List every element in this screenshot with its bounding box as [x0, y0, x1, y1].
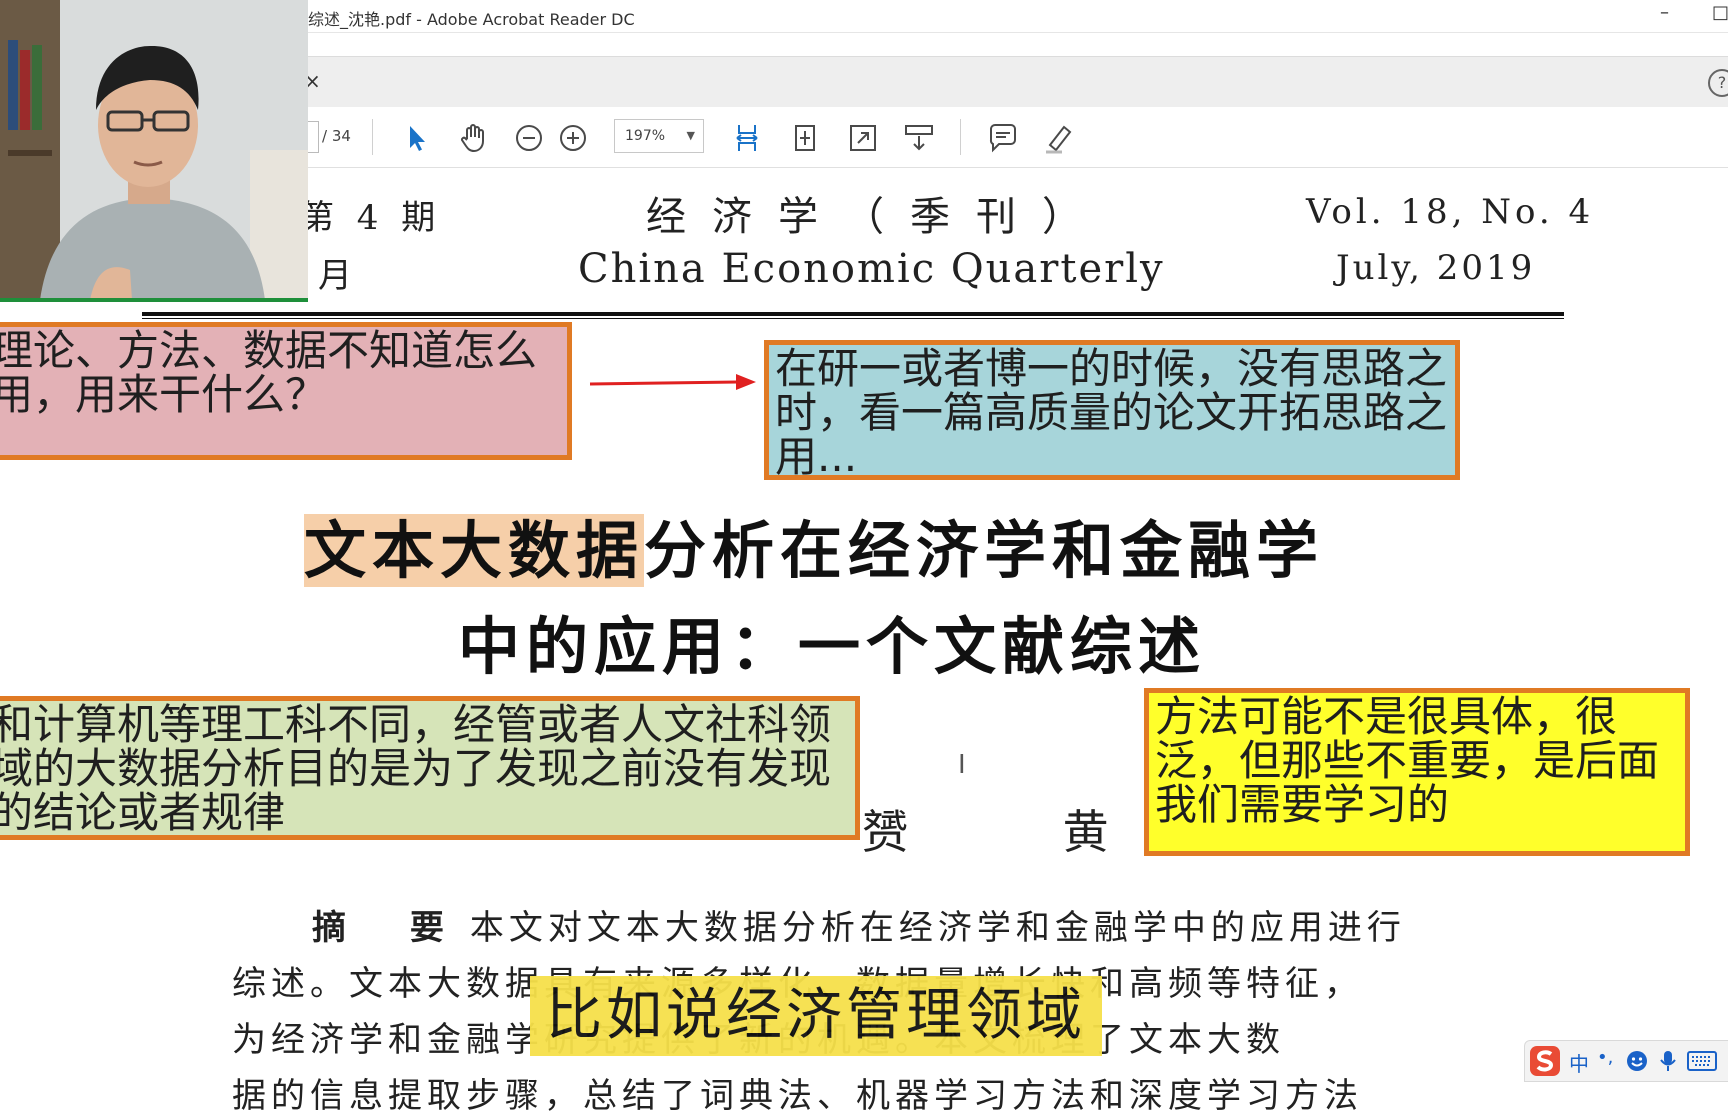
- issue-month: 月: [318, 256, 352, 296]
- paper-title-line1: 文本大数据分析在经济学和金融学: [304, 500, 1324, 590]
- publication-date: July, 2019: [1336, 248, 1536, 288]
- ime-language[interactable]: 中: [1569, 1048, 1589, 1077]
- scroll-mode-icon[interactable]: [902, 121, 936, 155]
- video-subtitle: 比如说经济管理领域: [530, 976, 1102, 1056]
- fit-page-icon[interactable]: [788, 121, 822, 155]
- microphone-icon[interactable]: [1657, 1049, 1679, 1073]
- toolbar-separator: [960, 119, 961, 155]
- pdf-page: 第 4 期 月 经济学（季刊） China Economic Quarterly…: [0, 168, 1728, 1116]
- title-highlight: 文本大数据: [304, 514, 645, 587]
- arrow-icon: [589, 374, 756, 390]
- abstract-label: 摘 要: [312, 908, 470, 948]
- toolbar-separator: [372, 119, 373, 155]
- restore-button[interactable]: □: [1712, 2, 1728, 23]
- sogou-logo-icon[interactable]: [1529, 1045, 1561, 1077]
- ime-punctuation[interactable]: •,: [1597, 1047, 1613, 1068]
- header-rule-thin: [142, 318, 1564, 319]
- paper-title-line2: 中的应用：一个文献综述: [458, 610, 1207, 683]
- page-total: / 34: [322, 127, 351, 145]
- fit-width-icon[interactable]: [730, 121, 764, 155]
- ime-toolbar[interactable]: 中 •,: [1524, 1040, 1728, 1082]
- issue-number: 第 4 期: [300, 198, 442, 238]
- journal-title-en: China Economic Quarterly: [578, 246, 1165, 292]
- volume-number: Vol. 18, No. 4: [1306, 192, 1595, 232]
- text-cursor-icon: I: [958, 750, 966, 780]
- annotation-pink: 理论、方法、数据不知道怎么用，用来干什么？: [0, 322, 572, 460]
- select-arrow-icon[interactable]: [400, 121, 434, 155]
- chevron-down-icon: ▼: [686, 129, 695, 142]
- journal-title-cn: 经济学（季刊）: [646, 194, 1108, 240]
- presenter-image: [0, 0, 308, 300]
- annotation-green: 和计算机等理工科不同，经管或者人文社科领域的大数据分析目的是为了发现之前没有发现…: [0, 696, 860, 840]
- full-screen-icon[interactable]: [846, 121, 880, 155]
- annotation-blue: 在研一或者博一的时候，没有思路之时，看一篇高质量的论文开拓思路之用...: [764, 340, 1460, 480]
- window-title: 综述_沈艳.pdf - Adobe Acrobat Reader DC: [308, 10, 635, 29]
- zoom-out-icon[interactable]: [512, 121, 546, 155]
- keyboard-icon[interactable]: [1687, 1051, 1717, 1071]
- zoom-level-select[interactable]: 197% ▼: [614, 119, 704, 153]
- webcam-border: [0, 298, 308, 302]
- hand-pan-icon[interactable]: [456, 121, 490, 155]
- emoji-icon[interactable]: [1625, 1049, 1649, 1073]
- webcam-overlay: [0, 0, 308, 300]
- zoom-in-icon[interactable]: [556, 121, 590, 155]
- title-rest: 分析在经济学和金融学: [644, 514, 1325, 587]
- annotation-yellow: 方法可能不是很具体，很泛，但那些不重要，是后面我们需要学习的: [1144, 688, 1690, 856]
- highlight-pen-icon[interactable]: [1042, 121, 1076, 155]
- zoom-level-value: 197%: [625, 128, 666, 144]
- abstract-line-1: 摘 要本文对文本大数据分析在经济学和金融学中的应用进行: [312, 908, 1406, 948]
- comment-icon[interactable]: [986, 121, 1020, 155]
- help-icon[interactable]: ?: [1708, 69, 1728, 97]
- minimize-button[interactable]: –: [1660, 2, 1669, 23]
- header-rule: [142, 312, 1564, 316]
- abstract-line-4: 据的信息提取步骤，总结了词典法、机器学习方法和深度学习方法: [232, 1076, 1363, 1116]
